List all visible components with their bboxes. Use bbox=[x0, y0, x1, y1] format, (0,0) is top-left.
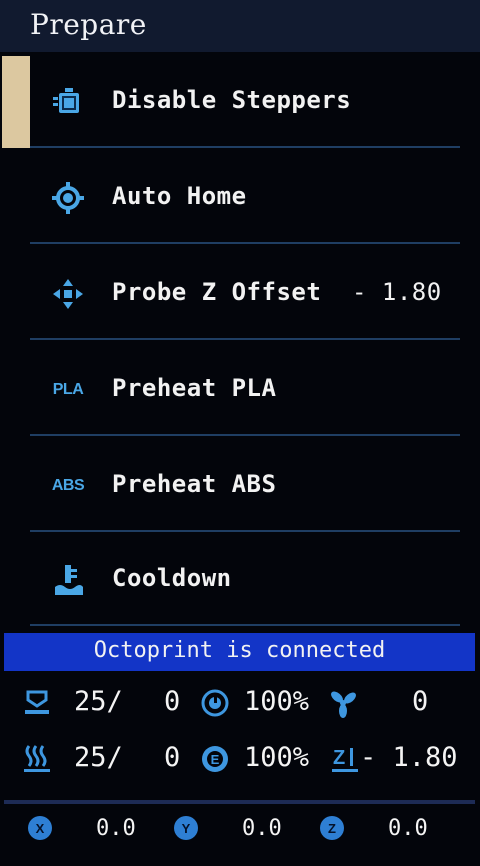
y-position: 0.0 bbox=[242, 816, 282, 841]
divider bbox=[30, 434, 460, 436]
bed-target: 0 bbox=[164, 686, 181, 717]
divider bbox=[30, 146, 460, 148]
axis-positions: X 0.0 Y 0.0 Z 0.0 bbox=[0, 812, 480, 848]
svg-text:E: E bbox=[211, 752, 220, 767]
flow-percent: 100% bbox=[244, 742, 310, 773]
bed-temp: 25/ bbox=[74, 686, 123, 717]
x-position: 0.0 bbox=[96, 816, 136, 841]
z-offset-status-icon: Z bbox=[330, 744, 360, 774]
selection-indicator bbox=[2, 56, 30, 148]
hotend-target: 0 bbox=[164, 742, 181, 773]
menu-item-preheat-pla[interactable]: PLA Preheat PLA bbox=[0, 344, 470, 436]
home-target-icon bbox=[48, 180, 88, 216]
menu-item-label: Cooldown bbox=[112, 564, 232, 592]
pla-icon-text: PLA bbox=[52, 381, 84, 398]
bottom-divider bbox=[4, 800, 475, 804]
abs-icon-text: ABS bbox=[51, 477, 85, 494]
speed-percent: 100% bbox=[244, 686, 310, 717]
steppers-icon bbox=[48, 84, 88, 120]
z-axis-icon: Z bbox=[320, 816, 344, 840]
printer-screen: Prepare Disable Steppers Auto Home Probe… bbox=[0, 0, 480, 866]
menu-item-auto-home[interactable]: Auto Home bbox=[0, 152, 470, 244]
divider bbox=[30, 530, 460, 532]
menu-item-probe-z-offset[interactable]: Probe Z Offset - 1.80 bbox=[0, 248, 470, 340]
title-bar: Prepare bbox=[0, 0, 480, 52]
divider bbox=[30, 242, 460, 244]
divider bbox=[30, 624, 460, 626]
z-offset-status: - 1.80 bbox=[360, 742, 458, 773]
menu-item-label: Probe Z Offset bbox=[112, 278, 322, 306]
menu-item-label: Preheat PLA bbox=[112, 374, 277, 402]
flow-icon: E bbox=[200, 744, 230, 774]
info-panel: 25/ 0 100% 0 25/ 0 E 100% Z - 1.80 bbox=[0, 678, 480, 798]
speed-icon bbox=[200, 688, 230, 718]
menu-item-label: Preheat ABS bbox=[112, 470, 277, 498]
status-bar: Octoprint is connected bbox=[4, 633, 475, 671]
y-axis-icon: Y bbox=[174, 816, 198, 840]
menu-item-disable-steppers[interactable]: Disable Steppers bbox=[0, 56, 470, 148]
pla-icon: PLA bbox=[48, 372, 88, 408]
x-axis-icon: X bbox=[28, 816, 52, 840]
z-offset-icon bbox=[48, 276, 88, 312]
fan-icon bbox=[328, 688, 358, 718]
z-position: 0.0 bbox=[388, 816, 428, 841]
bed-icon bbox=[22, 688, 52, 718]
z-offset-value: - 1.80 bbox=[352, 278, 442, 306]
menu-item-label: Auto Home bbox=[112, 182, 247, 210]
abs-icon: ABS bbox=[48, 468, 88, 504]
hotend-icon bbox=[22, 744, 52, 774]
divider bbox=[30, 338, 460, 340]
menu-item-label: Disable Steppers bbox=[112, 86, 352, 114]
hotend-temp: 25/ bbox=[74, 742, 123, 773]
cooldown-icon bbox=[48, 562, 88, 598]
menu-item-cooldown[interactable]: Cooldown bbox=[0, 534, 470, 626]
menu-item-preheat-abs[interactable]: ABS Preheat ABS bbox=[0, 440, 470, 532]
fan-speed: 0 bbox=[412, 686, 429, 717]
page-title: Prepare bbox=[30, 8, 147, 41]
status-message: Octoprint is connected bbox=[93, 638, 386, 663]
svg-text:Z: Z bbox=[333, 747, 345, 769]
